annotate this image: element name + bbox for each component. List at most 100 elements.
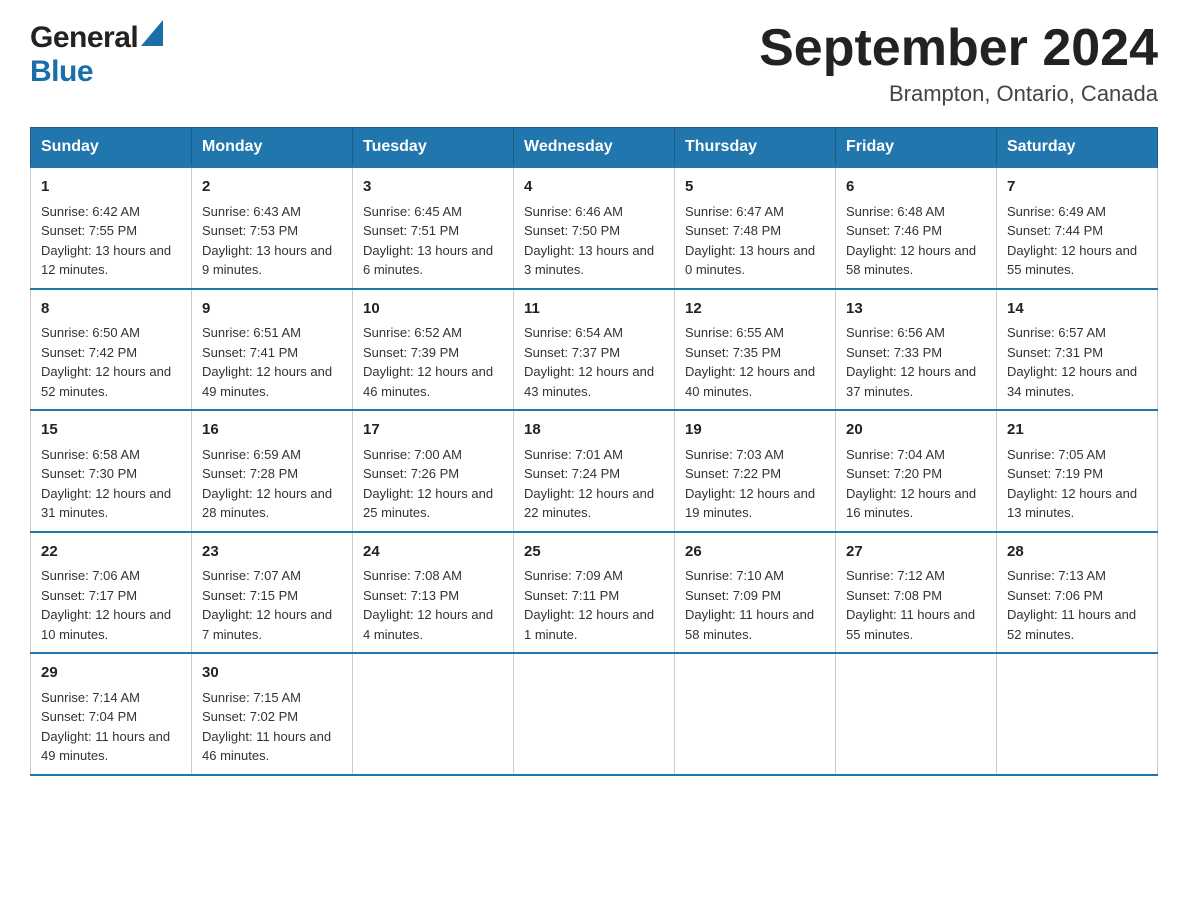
calendar-cell — [353, 653, 514, 775]
calendar-cell: 10Sunrise: 6:52 AMSunset: 7:39 PMDayligh… — [353, 289, 514, 411]
daylight-info: Daylight: 12 hours and 52 minutes. — [41, 362, 181, 401]
sunrise-info: Sunrise: 6:50 AM — [41, 323, 181, 343]
day-number: 8 — [41, 298, 181, 321]
sunset-info: Sunset: 7:11 PM — [524, 586, 664, 606]
day-of-week-header: Monday — [192, 128, 353, 168]
daylight-info: Daylight: 12 hours and 49 minutes. — [202, 362, 342, 401]
calendar-title: September 2024 — [759, 20, 1158, 77]
day-number: 23 — [202, 541, 342, 564]
sunrise-info: Sunrise: 6:46 AM — [524, 202, 664, 222]
calendar-cell: 27Sunrise: 7:12 AMSunset: 7:08 PMDayligh… — [836, 532, 997, 654]
day-number: 15 — [41, 419, 181, 442]
day-of-week-header: Tuesday — [353, 128, 514, 168]
sunrise-info: Sunrise: 7:06 AM — [41, 566, 181, 586]
sunset-info: Sunset: 7:42 PM — [41, 343, 181, 363]
day-number: 2 — [202, 176, 342, 199]
sunset-info: Sunset: 7:26 PM — [363, 464, 503, 484]
sunrise-info: Sunrise: 7:08 AM — [363, 566, 503, 586]
sunrise-info: Sunrise: 6:43 AM — [202, 202, 342, 222]
sunrise-info: Sunrise: 7:07 AM — [202, 566, 342, 586]
sunrise-info: Sunrise: 7:05 AM — [1007, 445, 1147, 465]
calendar-cell: 12Sunrise: 6:55 AMSunset: 7:35 PMDayligh… — [675, 289, 836, 411]
sunset-info: Sunset: 7:55 PM — [41, 221, 181, 241]
day-number: 22 — [41, 541, 181, 564]
daylight-info: Daylight: 12 hours and 37 minutes. — [846, 362, 986, 401]
daylight-info: Daylight: 12 hours and 55 minutes. — [1007, 241, 1147, 280]
calendar-week-row: 8Sunrise: 6:50 AMSunset: 7:42 PMDaylight… — [31, 289, 1158, 411]
sunset-info: Sunset: 7:15 PM — [202, 586, 342, 606]
day-number: 14 — [1007, 298, 1147, 321]
sunset-info: Sunset: 7:20 PM — [846, 464, 986, 484]
sunrise-info: Sunrise: 6:56 AM — [846, 323, 986, 343]
sunrise-info: Sunrise: 7:13 AM — [1007, 566, 1147, 586]
day-number: 5 — [685, 176, 825, 199]
sunrise-info: Sunrise: 7:01 AM — [524, 445, 664, 465]
sunrise-info: Sunrise: 7:04 AM — [846, 445, 986, 465]
sunrise-info: Sunrise: 7:09 AM — [524, 566, 664, 586]
sunrise-info: Sunrise: 6:49 AM — [1007, 202, 1147, 222]
day-number: 10 — [363, 298, 503, 321]
day-number: 27 — [846, 541, 986, 564]
sunrise-info: Sunrise: 6:55 AM — [685, 323, 825, 343]
logo-general-text: General — [30, 21, 138, 55]
daylight-info: Daylight: 13 hours and 6 minutes. — [363, 241, 503, 280]
day-number: 3 — [363, 176, 503, 199]
sunrise-info: Sunrise: 7:14 AM — [41, 688, 181, 708]
logo-arrow-icon — [141, 20, 163, 51]
daylight-info: Daylight: 12 hours and 43 minutes. — [524, 362, 664, 401]
calendar-week-row: 15Sunrise: 6:58 AMSunset: 7:30 PMDayligh… — [31, 410, 1158, 532]
sunset-info: Sunset: 7:13 PM — [363, 586, 503, 606]
day-number: 9 — [202, 298, 342, 321]
calendar-week-row: 1Sunrise: 6:42 AMSunset: 7:55 PMDaylight… — [31, 167, 1158, 289]
daylight-info: Daylight: 11 hours and 52 minutes. — [1007, 605, 1147, 644]
sunset-info: Sunset: 7:17 PM — [41, 586, 181, 606]
day-number: 20 — [846, 419, 986, 442]
sunset-info: Sunset: 7:19 PM — [1007, 464, 1147, 484]
calendar-cell: 11Sunrise: 6:54 AMSunset: 7:37 PMDayligh… — [514, 289, 675, 411]
daylight-info: Daylight: 12 hours and 46 minutes. — [363, 362, 503, 401]
sunset-info: Sunset: 7:28 PM — [202, 464, 342, 484]
day-number: 11 — [524, 298, 664, 321]
calendar-cell — [514, 653, 675, 775]
day-of-week-header: Friday — [836, 128, 997, 168]
page-header: General Blue September 2024 Brampton, On… — [30, 20, 1158, 107]
sunset-info: Sunset: 7:04 PM — [41, 707, 181, 727]
calendar-cell: 26Sunrise: 7:10 AMSunset: 7:09 PMDayligh… — [675, 532, 836, 654]
day-number: 28 — [1007, 541, 1147, 564]
calendar-cell: 1Sunrise: 6:42 AMSunset: 7:55 PMDaylight… — [31, 167, 192, 289]
sunrise-info: Sunrise: 6:45 AM — [363, 202, 503, 222]
sunset-info: Sunset: 7:08 PM — [846, 586, 986, 606]
day-of-week-header: Saturday — [997, 128, 1158, 168]
day-number: 1 — [41, 176, 181, 199]
sunrise-info: Sunrise: 7:15 AM — [202, 688, 342, 708]
daylight-info: Daylight: 12 hours and 25 minutes. — [363, 484, 503, 523]
daylight-info: Daylight: 11 hours and 49 minutes. — [41, 727, 181, 766]
sunset-info: Sunset: 7:06 PM — [1007, 586, 1147, 606]
calendar-cell: 6Sunrise: 6:48 AMSunset: 7:46 PMDaylight… — [836, 167, 997, 289]
calendar-cell: 20Sunrise: 7:04 AMSunset: 7:20 PMDayligh… — [836, 410, 997, 532]
calendar-table: SundayMondayTuesdayWednesdayThursdayFrid… — [30, 127, 1158, 776]
calendar-week-row: 22Sunrise: 7:06 AMSunset: 7:17 PMDayligh… — [31, 532, 1158, 654]
daylight-info: Daylight: 12 hours and 4 minutes. — [363, 605, 503, 644]
sunrise-info: Sunrise: 7:03 AM — [685, 445, 825, 465]
calendar-cell: 9Sunrise: 6:51 AMSunset: 7:41 PMDaylight… — [192, 289, 353, 411]
sunrise-info: Sunrise: 6:54 AM — [524, 323, 664, 343]
calendar-cell — [997, 653, 1158, 775]
day-of-week-header: Thursday — [675, 128, 836, 168]
sunset-info: Sunset: 7:37 PM — [524, 343, 664, 363]
day-number: 26 — [685, 541, 825, 564]
calendar-cell: 21Sunrise: 7:05 AMSunset: 7:19 PMDayligh… — [997, 410, 1158, 532]
sunset-info: Sunset: 7:09 PM — [685, 586, 825, 606]
daylight-info: Daylight: 12 hours and 34 minutes. — [1007, 362, 1147, 401]
daylight-info: Daylight: 12 hours and 10 minutes. — [41, 605, 181, 644]
calendar-cell: 2Sunrise: 6:43 AMSunset: 7:53 PMDaylight… — [192, 167, 353, 289]
sunrise-info: Sunrise: 6:59 AM — [202, 445, 342, 465]
day-number: 21 — [1007, 419, 1147, 442]
daylight-info: Daylight: 12 hours and 58 minutes. — [846, 241, 986, 280]
calendar-cell: 4Sunrise: 6:46 AMSunset: 7:50 PMDaylight… — [514, 167, 675, 289]
calendar-subtitle: Brampton, Ontario, Canada — [759, 81, 1158, 107]
day-number: 30 — [202, 662, 342, 685]
calendar-cell: 22Sunrise: 7:06 AMSunset: 7:17 PMDayligh… — [31, 532, 192, 654]
day-of-week-header: Wednesday — [514, 128, 675, 168]
daylight-info: Daylight: 13 hours and 12 minutes. — [41, 241, 181, 280]
